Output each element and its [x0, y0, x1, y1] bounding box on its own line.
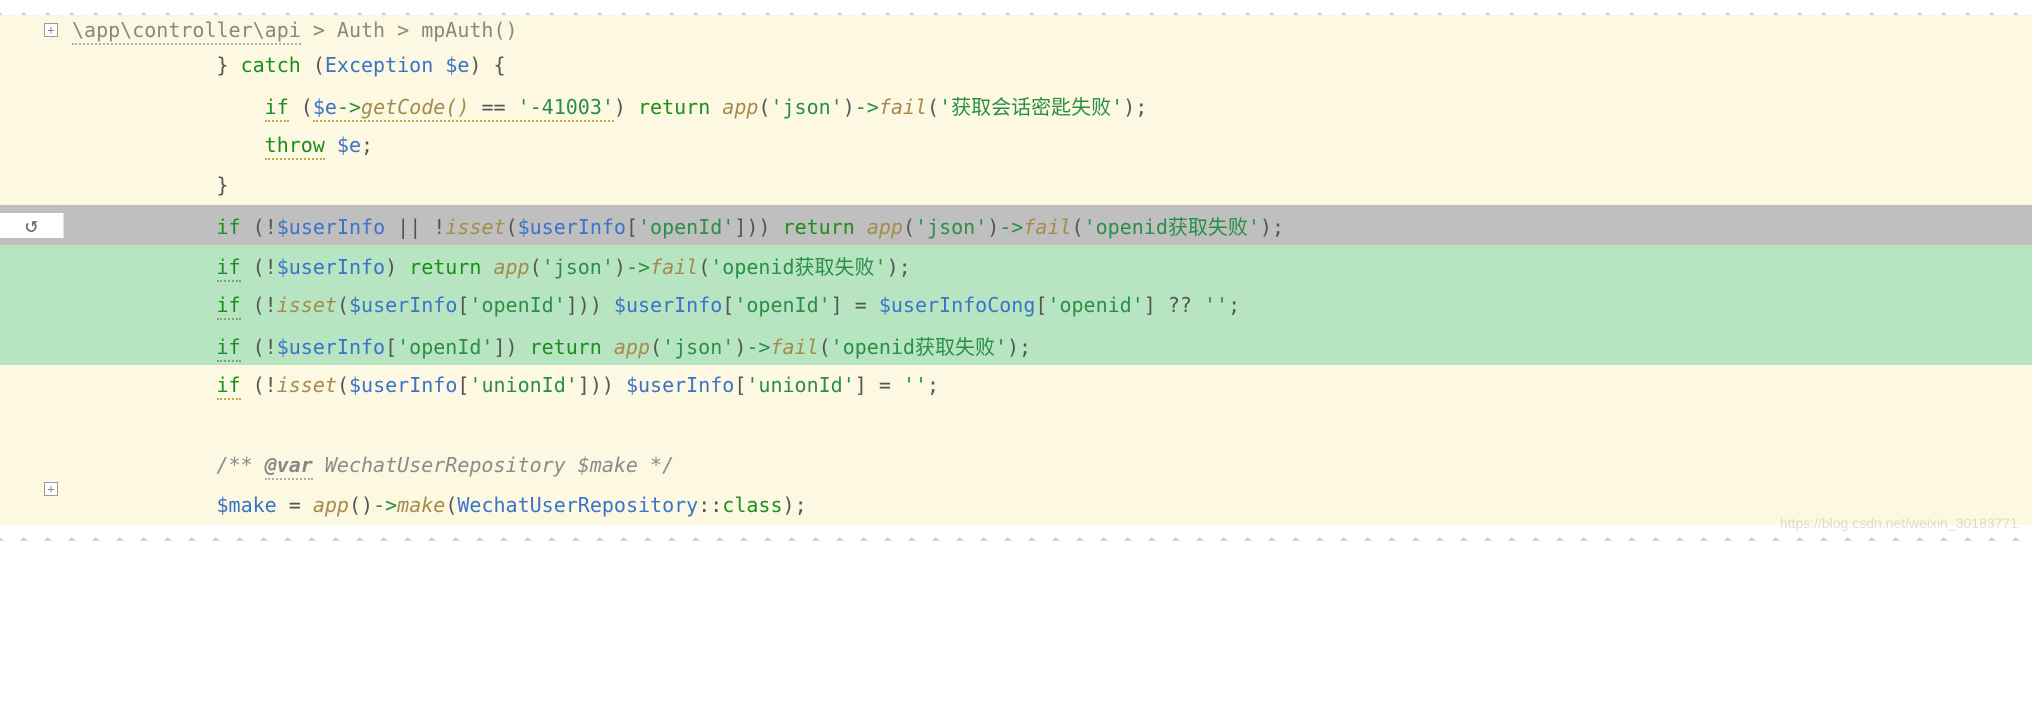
- code-text: if (!isset($userInfo['openId'])) $userIn…: [64, 293, 2032, 317]
- code-line[interactable]: /** @var WechatUserRepository $make */: [0, 445, 2032, 485]
- code-line[interactable]: }: [0, 165, 2032, 205]
- code-line[interactable]: if ($e->getCode() == '-41003') return ap…: [0, 85, 2032, 125]
- code-line[interactable]: + $make = app()->make(WechatUserReposito…: [0, 485, 2032, 525]
- fold-zigzag-top: [0, 0, 2032, 15]
- code-line[interactable]: if (!isset($userInfo['unionId'])) $userI…: [0, 365, 2032, 405]
- code-text: if (!isset($userInfo['unionId'])) $userI…: [64, 373, 2032, 397]
- fold-zigzag-bottom: [0, 525, 2032, 541]
- rollback-icon[interactable]: ↺: [25, 213, 38, 238]
- code-line-blank[interactable]: [0, 405, 2032, 445]
- code-text: if ($e->getCode() == '-41003') return ap…: [64, 91, 2032, 120]
- diff-added-line[interactable]: if (!$userInfo) return app('json')->fail…: [0, 245, 2032, 285]
- code-text: if (!$userInfo || !isset($userInfo['open…: [64, 211, 2032, 240]
- gutter: ↺: [0, 213, 64, 238]
- code-text: if (!$userInfo) return app('json')->fail…: [64, 251, 2032, 280]
- breadcrumb-path[interactable]: \app\controller\api: [72, 18, 301, 45]
- code-text: } catch (Exception $e) {: [64, 53, 2032, 77]
- breadcrumb-row: + \app\controller\api > Auth > mpAuth(): [0, 15, 2032, 45]
- breadcrumb-class[interactable]: Auth: [337, 18, 385, 42]
- code-text: $make = app()->make(WechatUserRepository…: [64, 493, 2032, 517]
- code-line[interactable]: throw $e;: [0, 125, 2032, 165]
- code-line[interactable]: } catch (Exception $e) {: [0, 45, 2032, 85]
- diff-added-line[interactable]: if (!isset($userInfo['openId'])) $userIn…: [0, 285, 2032, 325]
- breadcrumb-sep-2: >: [385, 18, 421, 42]
- breadcrumb-method[interactable]: mpAuth(): [421, 18, 517, 42]
- expand-fold-icon[interactable]: +: [44, 482, 58, 496]
- code-text: throw $e;: [64, 133, 2032, 157]
- code-text: [64, 413, 2032, 437]
- breadcrumb-sep: >: [301, 18, 337, 42]
- diff-removed-line[interactable]: ↺ if (!$userInfo || !isset($userInfo['op…: [0, 205, 2032, 245]
- code-text: }: [64, 173, 2032, 197]
- code-text: /** @var WechatUserRepository $make */: [64, 453, 2032, 477]
- code-editor: + \app\controller\api > Auth > mpAuth() …: [0, 0, 2032, 541]
- code-text: if (!$userInfo['openId']) return app('js…: [64, 331, 2032, 360]
- expand-fold-icon[interactable]: +: [44, 23, 58, 37]
- diff-added-line[interactable]: if (!$userInfo['openId']) return app('js…: [0, 325, 2032, 365]
- breadcrumb[interactable]: \app\controller\api > Auth > mpAuth(): [64, 18, 2032, 42]
